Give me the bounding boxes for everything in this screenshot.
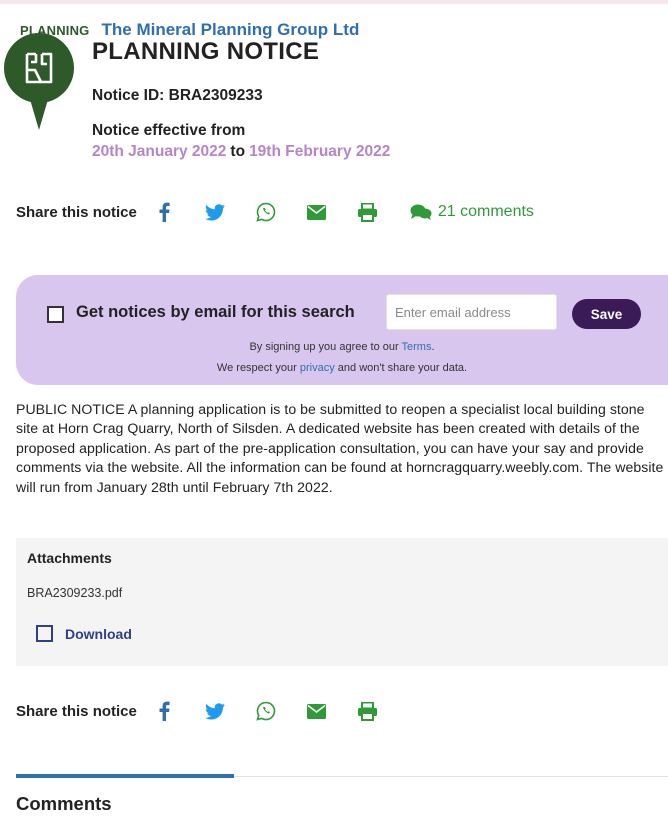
notice-header: PLANNING The Mineral Planning Group Ltd [20, 20, 660, 40]
facebook-icon[interactable] [153, 201, 175, 223]
share-label: Share this notice [16, 203, 137, 221]
active-tab-indicator [16, 774, 234, 778]
attachments-panel: Attachments BRA2309233.pdf Download [16, 538, 668, 666]
share-label: Share this notice [16, 702, 137, 720]
effective-label: Notice effective from [92, 122, 246, 139]
save-button[interactable]: Save [572, 299, 641, 329]
twitter-icon[interactable] [204, 201, 226, 223]
email-input[interactable] [386, 294, 557, 330]
share-row-top: Share this notice 21 comments [16, 201, 534, 223]
email-icon[interactable] [306, 201, 328, 223]
effective-to-date: 19th February 2022 [249, 143, 391, 160]
comments-icon [410, 204, 432, 220]
share-row-bottom: Share this notice [16, 700, 408, 722]
download-icon [36, 625, 53, 642]
privacy-link[interactable]: privacy [300, 362, 335, 374]
notice-body: PUBLIC NOTICE A planning application is … [16, 401, 664, 495]
effective-to-word: to [230, 143, 246, 160]
terms-prefix: By signing up you agree to our [249, 341, 399, 353]
terms-suffix: . [431, 341, 435, 353]
download-button[interactable]: Download [36, 625, 132, 642]
twitter-icon[interactable] [204, 700, 226, 722]
privacy-line: We respect your privacy and won't share … [16, 362, 668, 374]
terms-line: By signing up you agree to our Terms. [16, 341, 668, 353]
privacy-suffix: and won't share your data. [337, 362, 468, 374]
email-icon[interactable] [306, 700, 328, 722]
company-link[interactable]: The Mineral Planning Group Ltd [102, 20, 360, 40]
effective-dates: 20th January 2022 to 19th February 2022 [92, 143, 390, 161]
comments-heading: Comments [16, 793, 112, 814]
print-icon[interactable] [357, 700, 379, 722]
top-border [0, 0, 668, 4]
print-icon[interactable] [357, 201, 379, 223]
download-label: Download [65, 625, 132, 642]
comments-count: 21 comments [437, 203, 534, 220]
comments-link[interactable]: 21 comments [410, 203, 534, 221]
privacy-prefix: We respect your [216, 362, 297, 374]
notice-id: Notice ID: BRA2309233 [92, 87, 263, 104]
planning-pin-icon [4, 33, 74, 130]
category-row: PLANNING The Mineral Planning Group Ltd [20, 20, 660, 40]
email-signup-panel: Get notices by email for this search Sav… [16, 275, 668, 385]
whatsapp-icon[interactable] [255, 201, 277, 223]
email-alert-label: Get notices by email for this search [76, 303, 355, 321]
attachments-title: Attachments [27, 550, 112, 566]
attachment-file-name: BRA2309233.pdf [27, 586, 123, 600]
page-title: PLANNING NOTICE [92, 38, 320, 65]
effective-from-date: 20th January 2022 [92, 143, 227, 160]
facebook-icon[interactable] [153, 700, 175, 722]
whatsapp-icon[interactable] [255, 700, 277, 722]
email-alert-checkbox[interactable] [47, 306, 64, 323]
terms-link[interactable]: Terms [402, 341, 432, 353]
